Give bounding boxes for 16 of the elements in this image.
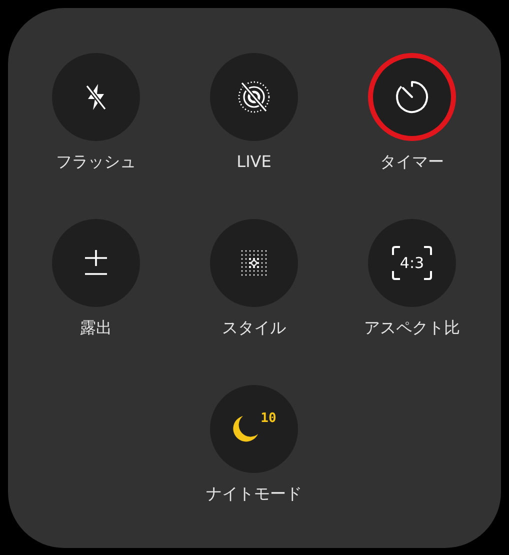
control-label: LIVE [236, 151, 272, 173]
flash-off-icon [83, 82, 109, 112]
control-label: 露出 [80, 317, 112, 339]
timer-icon [393, 78, 431, 116]
control-label: スタイル [222, 317, 286, 339]
control-label: アスペクト比 [364, 317, 460, 339]
aspect-button[interactable]: 4:3 [368, 219, 456, 307]
plus-minus-icon [83, 249, 109, 277]
frame-icon [390, 245, 434, 281]
duration-text: 10 [260, 411, 276, 426]
night-button[interactable]: 10 [210, 385, 298, 473]
moon-icon [232, 414, 260, 444]
control-label: ナイトモード [206, 483, 302, 505]
control-label: フラッシュ [56, 151, 136, 173]
control-label: タイマー [380, 151, 444, 173]
aspect-ratio-text: 4:3 [400, 254, 424, 272]
